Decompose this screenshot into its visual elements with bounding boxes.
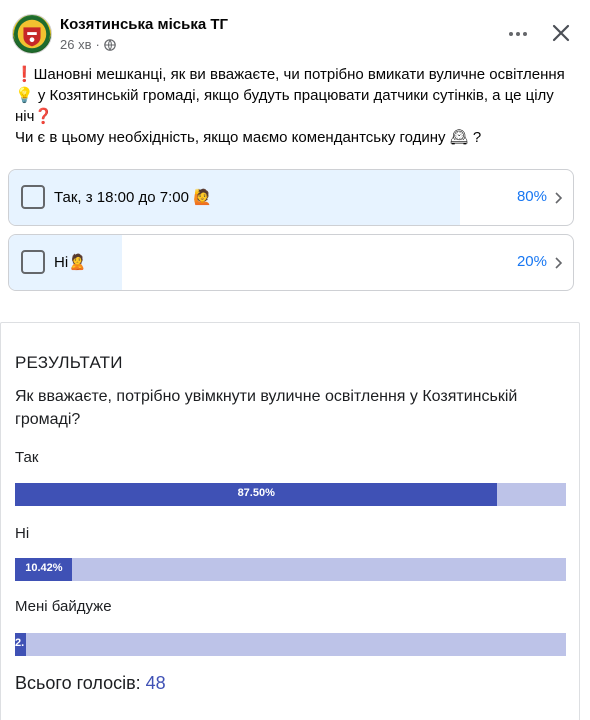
post-meta: 26 хв · bbox=[60, 37, 116, 52]
dot-icon bbox=[509, 32, 513, 36]
total-votes: Всього голосів: 48 bbox=[15, 673, 166, 694]
result-bar-value: 87.50% bbox=[237, 487, 275, 499]
poll-option-label: Так, з 18:00 до 7:00 🙋 bbox=[54, 189, 212, 206]
poll-checkbox[interactable] bbox=[21, 250, 45, 274]
page-name[interactable]: Козятинська міська ТГ bbox=[60, 16, 228, 33]
chevron-right-icon bbox=[555, 192, 563, 204]
post-text-line: ❗Шановні мешканці, як ви вважаєте, чи по… bbox=[15, 66, 565, 83]
poll-checkbox[interactable] bbox=[21, 185, 45, 209]
results-question: Як вважаєте, потрібно увімкнути вуличне … bbox=[15, 388, 518, 428]
post-text-line: 💡 у Козятинській громаді, якщо будуть пр… bbox=[15, 87, 554, 104]
result-bar-value: 2. bbox=[15, 637, 25, 649]
results-title: РЕЗУЛЬТАТИ bbox=[15, 353, 123, 372]
poll-option-no[interactable]: Ні🙎 20% bbox=[8, 234, 574, 291]
poll-option-percent: 20% bbox=[516, 253, 547, 270]
close-icon[interactable] bbox=[546, 18, 576, 48]
globe-icon bbox=[104, 38, 116, 51]
answer-label: Ні bbox=[15, 525, 30, 542]
dot-icon bbox=[523, 32, 527, 36]
post-header: Козятинська міська ТГ 26 хв · bbox=[12, 12, 576, 56]
post-text-line: Чи є в цьому необхідність, якщо маємо ко… bbox=[15, 129, 482, 146]
post-text-line: ніч❓ bbox=[15, 108, 54, 125]
results-card: РЕЗУЛЬТАТИ Як вважаєте, потрібно увімкну… bbox=[0, 322, 580, 720]
poll-option-label: Ні🙎 bbox=[54, 254, 87, 271]
page-avatar[interactable] bbox=[12, 14, 52, 54]
post-text: ❗Шановні мешканці, як ви вважаєте, чи по… bbox=[15, 64, 575, 148]
poll-option-yes[interactable]: Так, з 18:00 до 7:00 🙋 80% bbox=[8, 169, 574, 226]
answer-label: Мені байдуже bbox=[15, 598, 112, 615]
dot-icon bbox=[516, 32, 520, 36]
result-bar: 87.50% bbox=[15, 483, 566, 506]
total-votes-label: Всього голосів: bbox=[15, 673, 141, 693]
result-bar: 2. bbox=[15, 633, 566, 656]
more-options-button[interactable] bbox=[504, 22, 532, 46]
poll-option-percent: 80% bbox=[516, 188, 547, 205]
result-bar: 10.42% bbox=[15, 558, 566, 581]
post-time[interactable]: 26 хв bbox=[60, 37, 91, 52]
answer-label: Так bbox=[15, 449, 39, 466]
result-bar-value: 10.42% bbox=[25, 562, 63, 574]
total-votes-count: 48 bbox=[145, 673, 166, 693]
coat-of-arms-icon bbox=[13, 15, 51, 53]
chevron-right-icon bbox=[555, 257, 563, 269]
